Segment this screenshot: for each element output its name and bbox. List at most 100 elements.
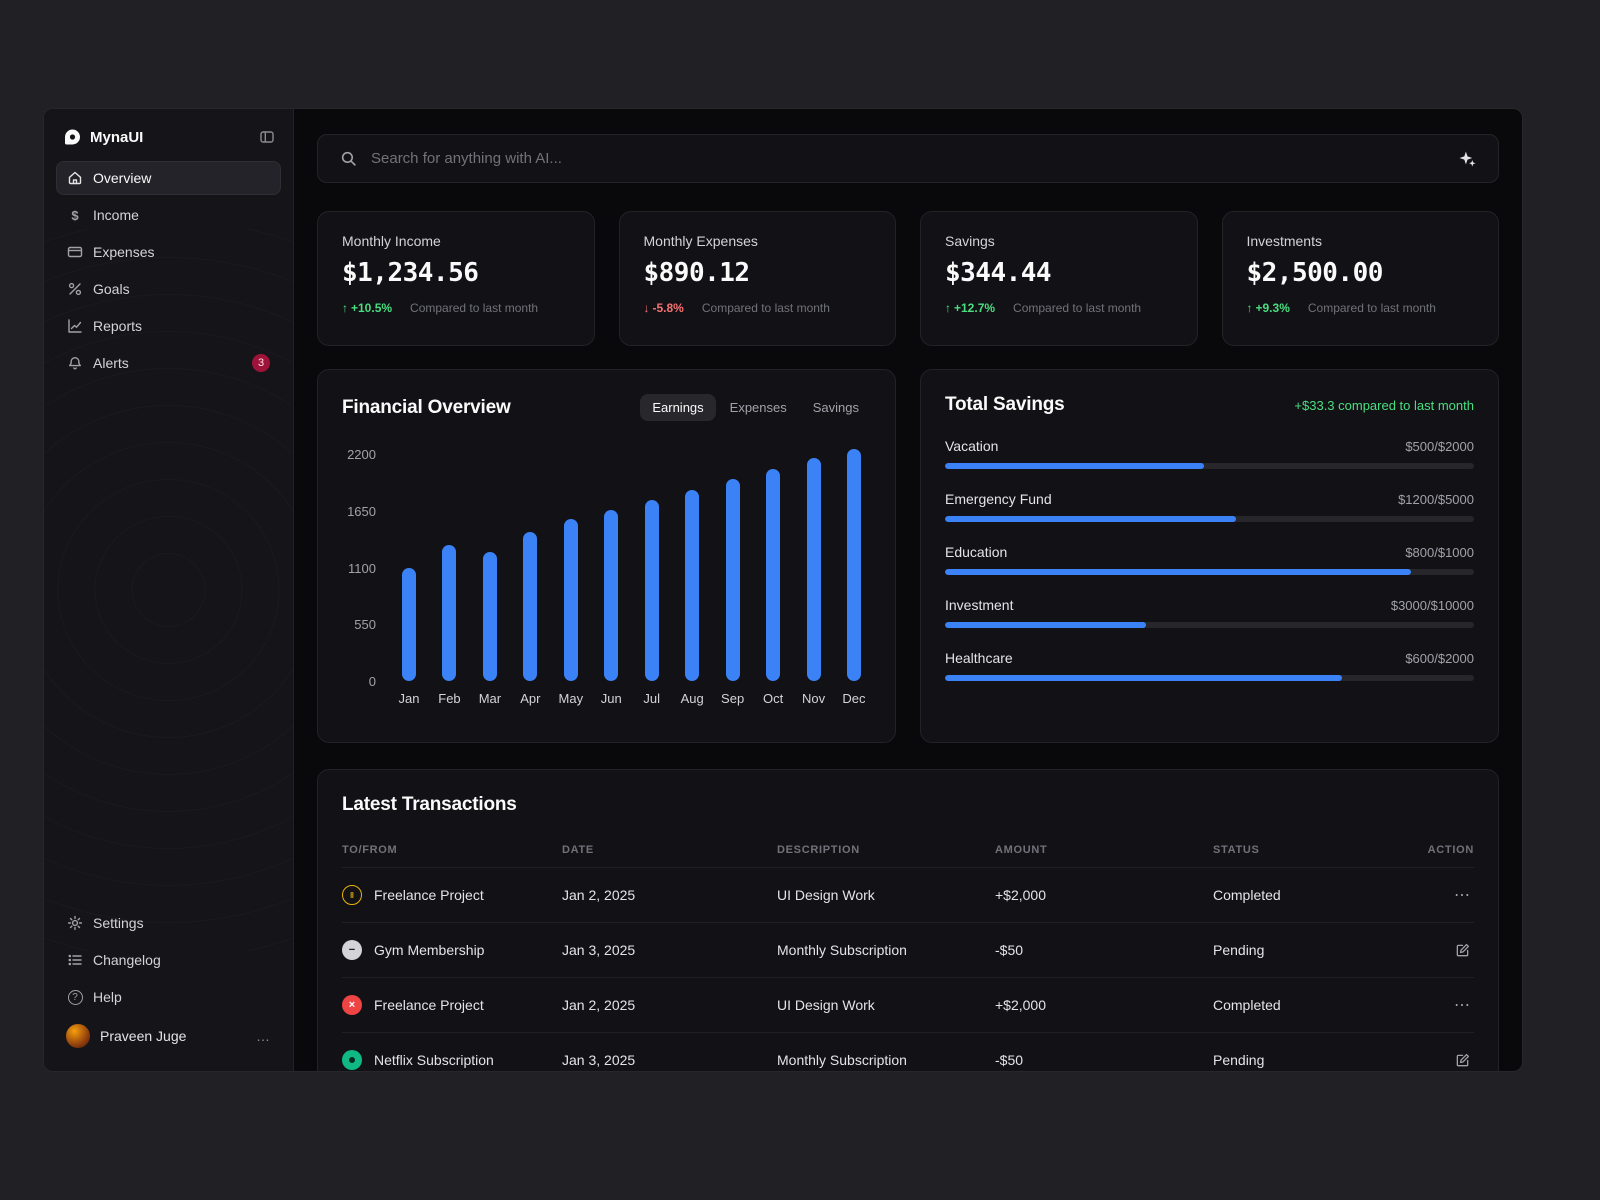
savings-goal-healthcare: Healthcare$600/$2000 xyxy=(945,650,1474,681)
avatar xyxy=(66,1024,90,1048)
home-icon xyxy=(67,170,83,186)
credit-card-icon xyxy=(67,244,83,260)
search-input[interactable] xyxy=(371,150,1445,167)
tx-description: Monthly Subscription xyxy=(777,942,995,958)
goal-amount: $1200/$5000 xyxy=(1398,492,1474,507)
sidebar-item-expenses[interactable]: Expenses xyxy=(56,235,281,269)
sidebar-item-reports[interactable]: Reports xyxy=(56,309,281,343)
chart-bar-column: Jun xyxy=(596,449,626,706)
ellipsis-icon xyxy=(1454,885,1470,905)
chart-bar xyxy=(564,519,578,681)
user-more-icon xyxy=(256,1028,271,1044)
x-axis-label: Nov xyxy=(802,691,825,706)
stat-value: $890.12 xyxy=(644,258,872,288)
sidebar-item-label: Help xyxy=(93,989,122,1005)
x-axis-label: Jan xyxy=(399,691,420,706)
edit-button[interactable] xyxy=(1451,1049,1474,1072)
minus-circle-icon xyxy=(342,940,362,960)
chart-bar-column: Apr xyxy=(515,449,545,706)
chart-bar-column: Aug xyxy=(677,449,707,706)
sidebar-item-label: Changelog xyxy=(93,952,161,968)
y-axis: 0550110016502200 xyxy=(342,449,380,681)
stat-title: Savings xyxy=(945,233,1173,249)
tx-date: Jan 3, 2025 xyxy=(562,942,777,958)
transactions-title: Latest Transactions xyxy=(342,794,1474,816)
total-savings-title: Total Savings xyxy=(945,394,1065,416)
x-axis-label: May xyxy=(559,691,584,706)
stat-delta: ↑+12.7% xyxy=(945,301,995,315)
tab-expenses[interactable]: Expenses xyxy=(718,394,799,421)
sidebar-item-goals[interactable]: Goals xyxy=(56,272,281,306)
chart-icon xyxy=(67,318,83,334)
chart-bar xyxy=(726,479,740,681)
savings-goal-investment: Investment$3000/$10000 xyxy=(945,597,1474,628)
earnings-bar-chart: 0550110016502200 JanFebMarAprMayJunJulAu… xyxy=(342,449,871,706)
chart-bar xyxy=(645,500,659,681)
y-axis-label: 1100 xyxy=(348,561,376,576)
percent-icon xyxy=(67,281,83,297)
chart-bar xyxy=(523,532,537,682)
search-icon xyxy=(340,150,357,167)
tx-description: Monthly Subscription xyxy=(777,1052,995,1068)
tx-date: Jan 2, 2025 xyxy=(562,997,777,1013)
goal-name: Education xyxy=(945,544,1007,560)
chart-tabs: Earnings Expenses Savings xyxy=(640,394,871,421)
tx-amount: -$50 xyxy=(995,1052,1213,1068)
trend-arrow-icon: ↑ xyxy=(945,301,951,315)
progress-bar xyxy=(945,675,1474,681)
chart-bar-column: Oct xyxy=(758,449,788,706)
tx-amount: +$2,000 xyxy=(995,887,1213,903)
tx-date: Jan 3, 2025 xyxy=(562,1052,777,1068)
pause-circle-icon xyxy=(342,885,362,905)
trend-arrow-icon: ↓ xyxy=(644,301,650,315)
sidebar-item-label: Expenses xyxy=(93,244,154,260)
savings-goal-vacation: Vacation$500/$2000 xyxy=(945,438,1474,469)
tab-earnings[interactable]: Earnings xyxy=(640,394,715,421)
bell-icon xyxy=(67,355,83,371)
app-window: MynaUI Overview $ Income Expenses xyxy=(43,108,1523,1072)
sidebar-item-overview[interactable]: Overview xyxy=(56,161,281,195)
more-actions-button[interactable] xyxy=(1450,881,1474,909)
table-row: Freelance Project Jan 2, 2025 UI Design … xyxy=(342,978,1474,1033)
more-actions-button[interactable] xyxy=(1450,991,1474,1019)
sidebar-item-alerts[interactable]: Alerts 3 xyxy=(56,346,281,380)
col-header-status: STATUS xyxy=(1213,844,1418,856)
sparkle-icon[interactable] xyxy=(1459,150,1476,167)
x-axis-label: Dec xyxy=(842,691,865,706)
user-menu[interactable]: Praveen Juge xyxy=(56,1017,281,1055)
chart-bar xyxy=(847,449,861,681)
stat-title: Monthly Expenses xyxy=(644,233,872,249)
sidebar-item-changelog[interactable]: Changelog xyxy=(56,943,281,977)
stat-title: Investments xyxy=(1247,233,1475,249)
progress-bar xyxy=(945,516,1474,522)
chart-bars: JanFebMarAprMayJunJulAugSepOctNovDec xyxy=(392,449,871,706)
sidebar-item-income[interactable]: $ Income xyxy=(56,198,281,232)
stats-row: Monthly Income $1,234.56 ↑+10.5% Compare… xyxy=(317,211,1499,346)
search-bar xyxy=(317,134,1499,183)
x-circle-icon xyxy=(342,995,362,1015)
sidebar-item-label: Income xyxy=(93,207,139,223)
stat-title: Monthly Income xyxy=(342,233,570,249)
tab-savings[interactable]: Savings xyxy=(801,394,871,421)
chart-bar-column: Nov xyxy=(799,449,829,706)
stat-delta: ↓-5.8% xyxy=(644,301,684,315)
edit-button[interactable] xyxy=(1451,939,1474,962)
sidebar-collapse-button[interactable] xyxy=(259,129,275,145)
sidebar-item-settings[interactable]: Settings xyxy=(56,906,281,940)
tx-status: Pending xyxy=(1213,942,1418,958)
chart-bar xyxy=(442,545,456,681)
progress-bar xyxy=(945,463,1474,469)
main-content: Monthly Income $1,234.56 ↑+10.5% Compare… xyxy=(294,109,1522,1071)
sidebar-item-help[interactable]: Help xyxy=(56,980,281,1014)
logo-row: MynaUI xyxy=(56,123,281,161)
stat-card-investments: Investments $2,500.00 ↑+9.3% Compared to… xyxy=(1222,211,1500,346)
x-axis-label: Apr xyxy=(520,691,540,706)
edit-icon xyxy=(1455,1053,1470,1068)
edit-icon xyxy=(1455,943,1470,958)
mynaui-logo-icon xyxy=(62,127,82,147)
sidebar-item-label: Alerts xyxy=(93,355,129,371)
chart-bar xyxy=(483,552,497,681)
chart-bar-column: Mar xyxy=(475,449,505,706)
chart-bar xyxy=(807,458,821,681)
sidebar: MynaUI Overview $ Income Expenses xyxy=(44,109,294,1071)
